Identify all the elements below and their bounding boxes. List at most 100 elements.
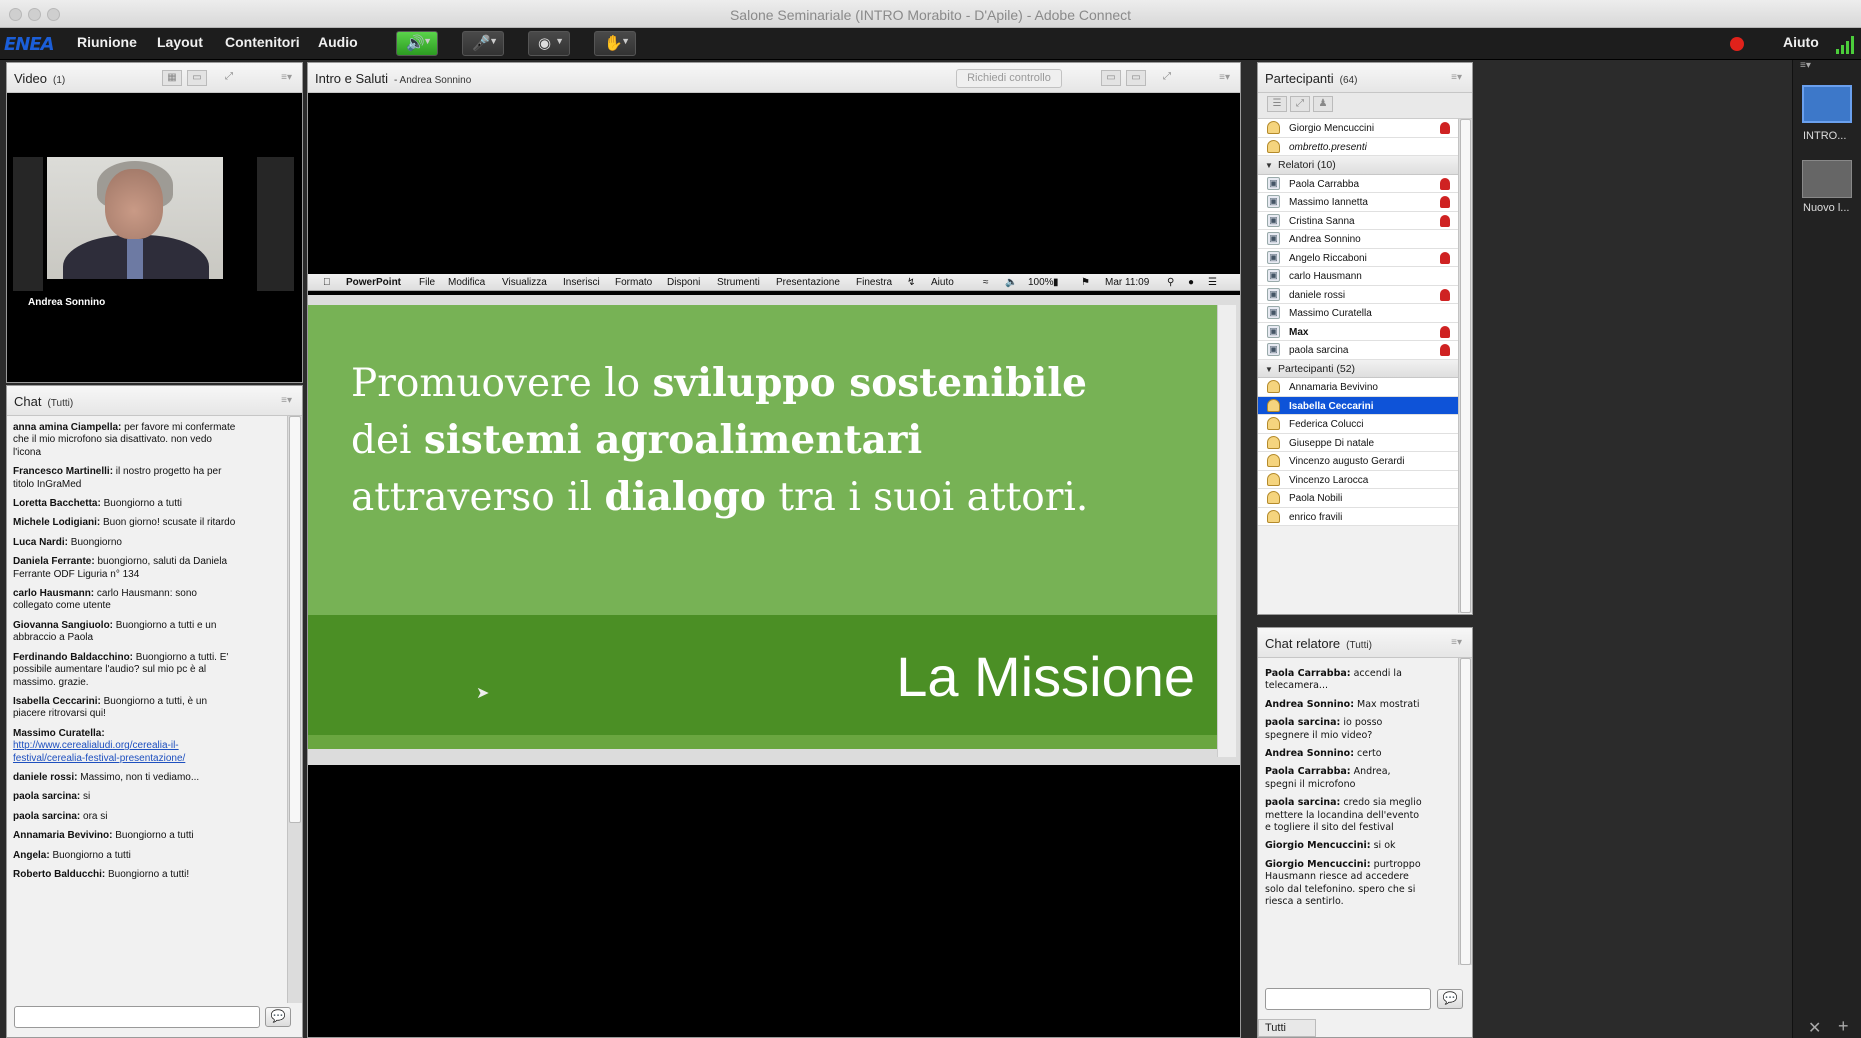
shared-menu-disponi: Disponi [667, 277, 701, 288]
participant-row[interactable]: Giuseppe Di natale [1258, 433, 1458, 452]
participant-row[interactable]: ▣ Paola Carrabba [1258, 174, 1458, 193]
speech-bubble-icon: 💬 [1442, 991, 1458, 1005]
menu-audio[interactable]: Audio [318, 34, 358, 50]
chat-message-list: anna amina Ciampella: per favore mi conf… [13, 422, 239, 888]
participant-name: Paola Carrabba [1289, 178, 1360, 190]
chat-text: Buongiorno a tutti [100, 498, 182, 510]
chat-scroll-thumb[interactable] [289, 416, 301, 823]
participants-scrollbar[interactable] [1458, 119, 1472, 613]
participant-icon [1267, 454, 1280, 467]
actual-size-icon[interactable]: ▭ [1126, 70, 1146, 86]
presenter-chat-scroll-thumb[interactable] [1460, 658, 1471, 965]
collapse-triangle-icon[interactable]: ▼ [1265, 365, 1273, 374]
presenter-icon: ▣ [1267, 324, 1280, 338]
pod-options-menu-icon[interactable]: ≡▾ [281, 72, 292, 83]
fullscreen-icon[interactable]: ⤢ [219, 70, 239, 86]
participant-row[interactable]: ombretto.presenti [1258, 137, 1458, 156]
participant-row[interactable]: Isabella Ceccarini [1258, 396, 1458, 415]
layout-label-intro[interactable]: INTRO... [1803, 130, 1846, 142]
speaker-toggle-button[interactable]: 🔊 ▼ [396, 31, 438, 56]
presenter-chat-message-list: Paola Carrabba: accendi la telecamera...… [1265, 668, 1425, 915]
participant-row[interactable]: ▣ daniele rossi [1258, 285, 1458, 304]
participant-icon [1267, 491, 1280, 504]
participant-name: carlo Hausmann [1289, 271, 1362, 282]
participant-row[interactable]: enrico fravili [1258, 507, 1458, 526]
participant-row[interactable]: ▣ Max [1258, 322, 1458, 341]
chat-input[interactable] [14, 1006, 260, 1028]
participant-row[interactable]: ▣ Cristina Sanna [1258, 211, 1458, 230]
list-icon: ☰ [1208, 277, 1217, 288]
participant-row[interactable]: Paola Nobili [1258, 489, 1458, 508]
raise-hand-button[interactable]: ✋ ▼ [594, 31, 636, 56]
list-view-icon[interactable]: ☰ [1267, 96, 1287, 112]
chat-link[interactable]: http://www.cerealialudi.org/cerealia-il-… [13, 740, 185, 763]
layout-thumb-new[interactable] [1802, 160, 1852, 198]
expand-view-icon[interactable]: ⤢ [1290, 96, 1310, 112]
chat-send-button[interactable]: 💬 [265, 1007, 291, 1027]
participant-group-header[interactable]: ▼ Relatori (10) [1258, 156, 1458, 175]
strip-menu-icon[interactable]: ≡▾ [1800, 60, 1811, 71]
slide-scrollbar[interactable] [1217, 305, 1236, 757]
participant-row[interactable]: ▣ Massimo Curatella [1258, 304, 1458, 323]
menu-contenitori[interactable]: Contenitori [225, 34, 300, 50]
apple-icon:  [323, 277, 331, 288]
wifi-icon: ≈ [983, 277, 989, 288]
participant-list: Giorgio Mencuccini ombretto.presenti ▼ Rela… [1258, 119, 1458, 526]
presenter-chat-message: Andrea Sonnino: certo [1265, 748, 1425, 760]
participant-row[interactable]: Giorgio Mencuccini [1258, 119, 1458, 138]
fullscreen-icon[interactable]: ⤢ [1157, 70, 1177, 86]
add-layout-icon[interactable]: + [1838, 1016, 1849, 1037]
presenter-chat-tab-tutti[interactable]: Tutti [1258, 1019, 1316, 1037]
participant-row[interactable]: ▣ paola sarcina [1258, 341, 1458, 360]
fit-width-icon[interactable]: ▭ [1101, 70, 1121, 86]
chat-message: Massimo Curatella: http://www.cerealialud… [13, 728, 239, 765]
chevron-down-icon[interactable]: ▼ [423, 36, 432, 46]
participants-scroll-thumb[interactable] [1460, 119, 1471, 613]
help-menu[interactable]: Aiuto [1783, 34, 1819, 50]
recording-indicator-icon[interactable] [1730, 37, 1744, 51]
webcam-feed[interactable] [47, 157, 223, 279]
participant-row[interactable]: Annamaria Bevivino [1258, 378, 1458, 397]
request-control-button[interactable]: Richiedi controllo [956, 69, 1062, 88]
chevron-down-icon[interactable]: ▼ [489, 36, 498, 46]
slide-body-text: Promuovere lo sviluppo sostenibile dei s… [351, 360, 1089, 520]
participant-row[interactable]: Federica Colucci [1258, 415, 1458, 434]
microphone-active-icon [1440, 177, 1450, 190]
participant-row[interactable]: ▣ carlo Hausmann [1258, 267, 1458, 286]
close-icon[interactable]: ✕ [1808, 1018, 1821, 1038]
chat-message: Daniela Ferrante: buongiorno, saluti da … [13, 556, 239, 581]
pod-options-menu-icon[interactable]: ≡▾ [281, 395, 292, 406]
participant-row[interactable]: ▣ Massimo Iannetta [1258, 193, 1458, 212]
participant-row[interactable]: ▣ Andrea Sonnino [1258, 230, 1458, 249]
participant-row[interactable]: ▣ Angelo Riccaboni [1258, 248, 1458, 267]
grid-view-icon[interactable]: ▦ [162, 70, 182, 86]
collapse-triangle-icon[interactable]: ▼ [1265, 161, 1273, 170]
microphone-toggle-button[interactable]: 🎤 ▼ [462, 31, 504, 56]
presenter-chat-scrollbar[interactable] [1458, 658, 1472, 965]
menu-riunione[interactable]: Riunione [77, 34, 137, 50]
pod-options-menu-icon[interactable]: ≡▾ [1219, 72, 1230, 83]
single-view-icon[interactable]: ▭ [187, 70, 207, 86]
layout-label-new[interactable]: Nuovo l... [1803, 202, 1849, 214]
participant-group-header[interactable]: ▼ Partecipanti (52) [1258, 359, 1458, 378]
participant-name: Massimo Curatella [1289, 308, 1372, 319]
chevron-down-icon[interactable]: ▼ [621, 36, 630, 46]
layouts-strip: ≡▾ INTRO... Nuovo l... ✕ + [1792, 60, 1861, 1038]
microphone-active-icon [1440, 251, 1450, 264]
presenter-chat-send-button[interactable]: 💬 [1437, 989, 1463, 1009]
layout-thumb-intro[interactable] [1802, 85, 1852, 123]
menu-layout[interactable]: Layout [157, 34, 203, 50]
chat-pod-header: Chat (Tutti) ≡▾ [7, 386, 302, 416]
chevron-down-icon[interactable]: ▼ [555, 36, 564, 46]
screen-share-area[interactable]:  PowerPoint File Modifica Visualizza In… [308, 93, 1240, 1037]
chat-scrollbar[interactable] [287, 416, 302, 1003]
pod-options-menu-icon[interactable]: ≡▾ [1451, 72, 1462, 83]
participant-row[interactable]: Vincenzo augusto Gerardi [1258, 452, 1458, 471]
participant-row[interactable]: Vincenzo Larocca [1258, 470, 1458, 489]
user-status-icon[interactable]: ♟ [1313, 96, 1333, 112]
video-pod: Video (1) ▦ ▭ ⤢ ≡▾ Andrea Sonnino [6, 62, 303, 383]
pod-options-menu-icon[interactable]: ≡▾ [1451, 637, 1462, 648]
webcam-toggle-button[interactable]: ◉ ▼ [528, 31, 570, 56]
presenter-chat-input[interactable] [1265, 988, 1431, 1010]
chat-author: Roberto Balducchi: [13, 868, 106, 880]
